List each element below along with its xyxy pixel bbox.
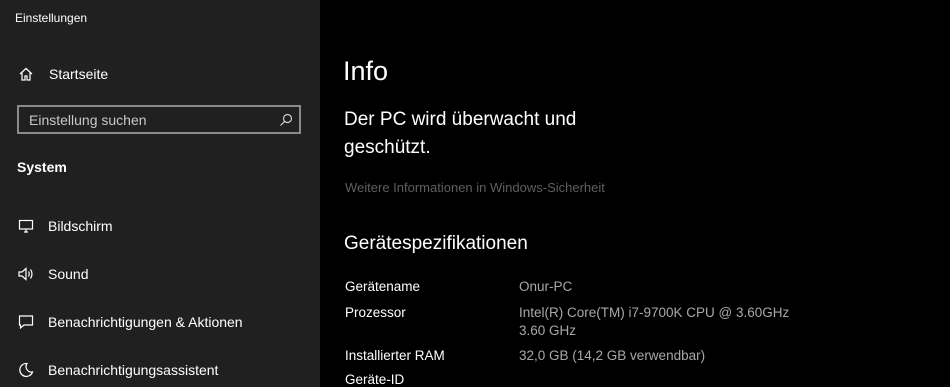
notification-icon xyxy=(17,313,35,331)
sidebar-item-bildschirm[interactable]: Bildschirm xyxy=(0,206,320,246)
sidebar-item-benachrichtigungen[interactable]: Benachrichtigungen & Aktionen xyxy=(0,302,320,342)
search-icon[interactable] xyxy=(279,113,293,127)
protection-status: Der PC wird überwacht und geschützt. xyxy=(344,109,577,158)
moon-icon xyxy=(17,361,35,379)
spec-value-device-name: Onur-PC xyxy=(519,279,573,294)
spec-label-ram: Installierter RAM xyxy=(345,348,445,363)
spec-value-ram: 32,0 GB (14,2 GB verwendbar) xyxy=(519,348,706,363)
section-header: System xyxy=(17,159,67,175)
spec-value-processor-speed: 3.60 GHz xyxy=(519,323,577,338)
sidebar-item-home[interactable]: Startseite xyxy=(0,54,320,94)
sidebar-item-label: Sound xyxy=(48,266,89,282)
window-title: Einstellungen xyxy=(15,11,88,25)
speaker-icon xyxy=(17,265,35,283)
settings-window: Einstellungen Startseite System xyxy=(0,0,950,387)
sidebar-item-label: Benachrichtigungsassistent xyxy=(48,362,219,378)
sidebar-item-benachrichtigungsassistent[interactable]: Benachrichtigungsassistent xyxy=(0,350,320,387)
spec-label-processor: Prozessor xyxy=(345,305,406,320)
windows-security-link[interactable]: Weitere Informationen in Windows-Sicherh… xyxy=(345,180,605,195)
main-content: Info Der PC wird überwacht und geschützt… xyxy=(320,0,950,387)
search-box xyxy=(17,105,301,134)
sidebar-item-label: Benachrichtigungen & Aktionen xyxy=(48,314,243,330)
monitor-icon xyxy=(17,217,35,235)
sidebar-item-label: Bildschirm xyxy=(48,218,113,234)
spec-label-device-name: Gerätename xyxy=(345,279,421,294)
sidebar-item-sound[interactable]: Sound xyxy=(0,254,320,294)
spec-value-processor: Intel(R) Core(TM) i7-9700K CPU @ 3.60GHz xyxy=(519,305,790,320)
home-icon xyxy=(17,65,35,83)
page-title: Info xyxy=(343,56,389,86)
specs-heading: Gerätespezifikationen xyxy=(344,233,528,254)
spec-label-device-id: Geräte-ID xyxy=(345,372,405,387)
sidebar: Einstellungen Startseite System xyxy=(0,0,320,387)
sidebar-item-label: Startseite xyxy=(49,66,109,82)
search-input[interactable] xyxy=(29,111,269,129)
